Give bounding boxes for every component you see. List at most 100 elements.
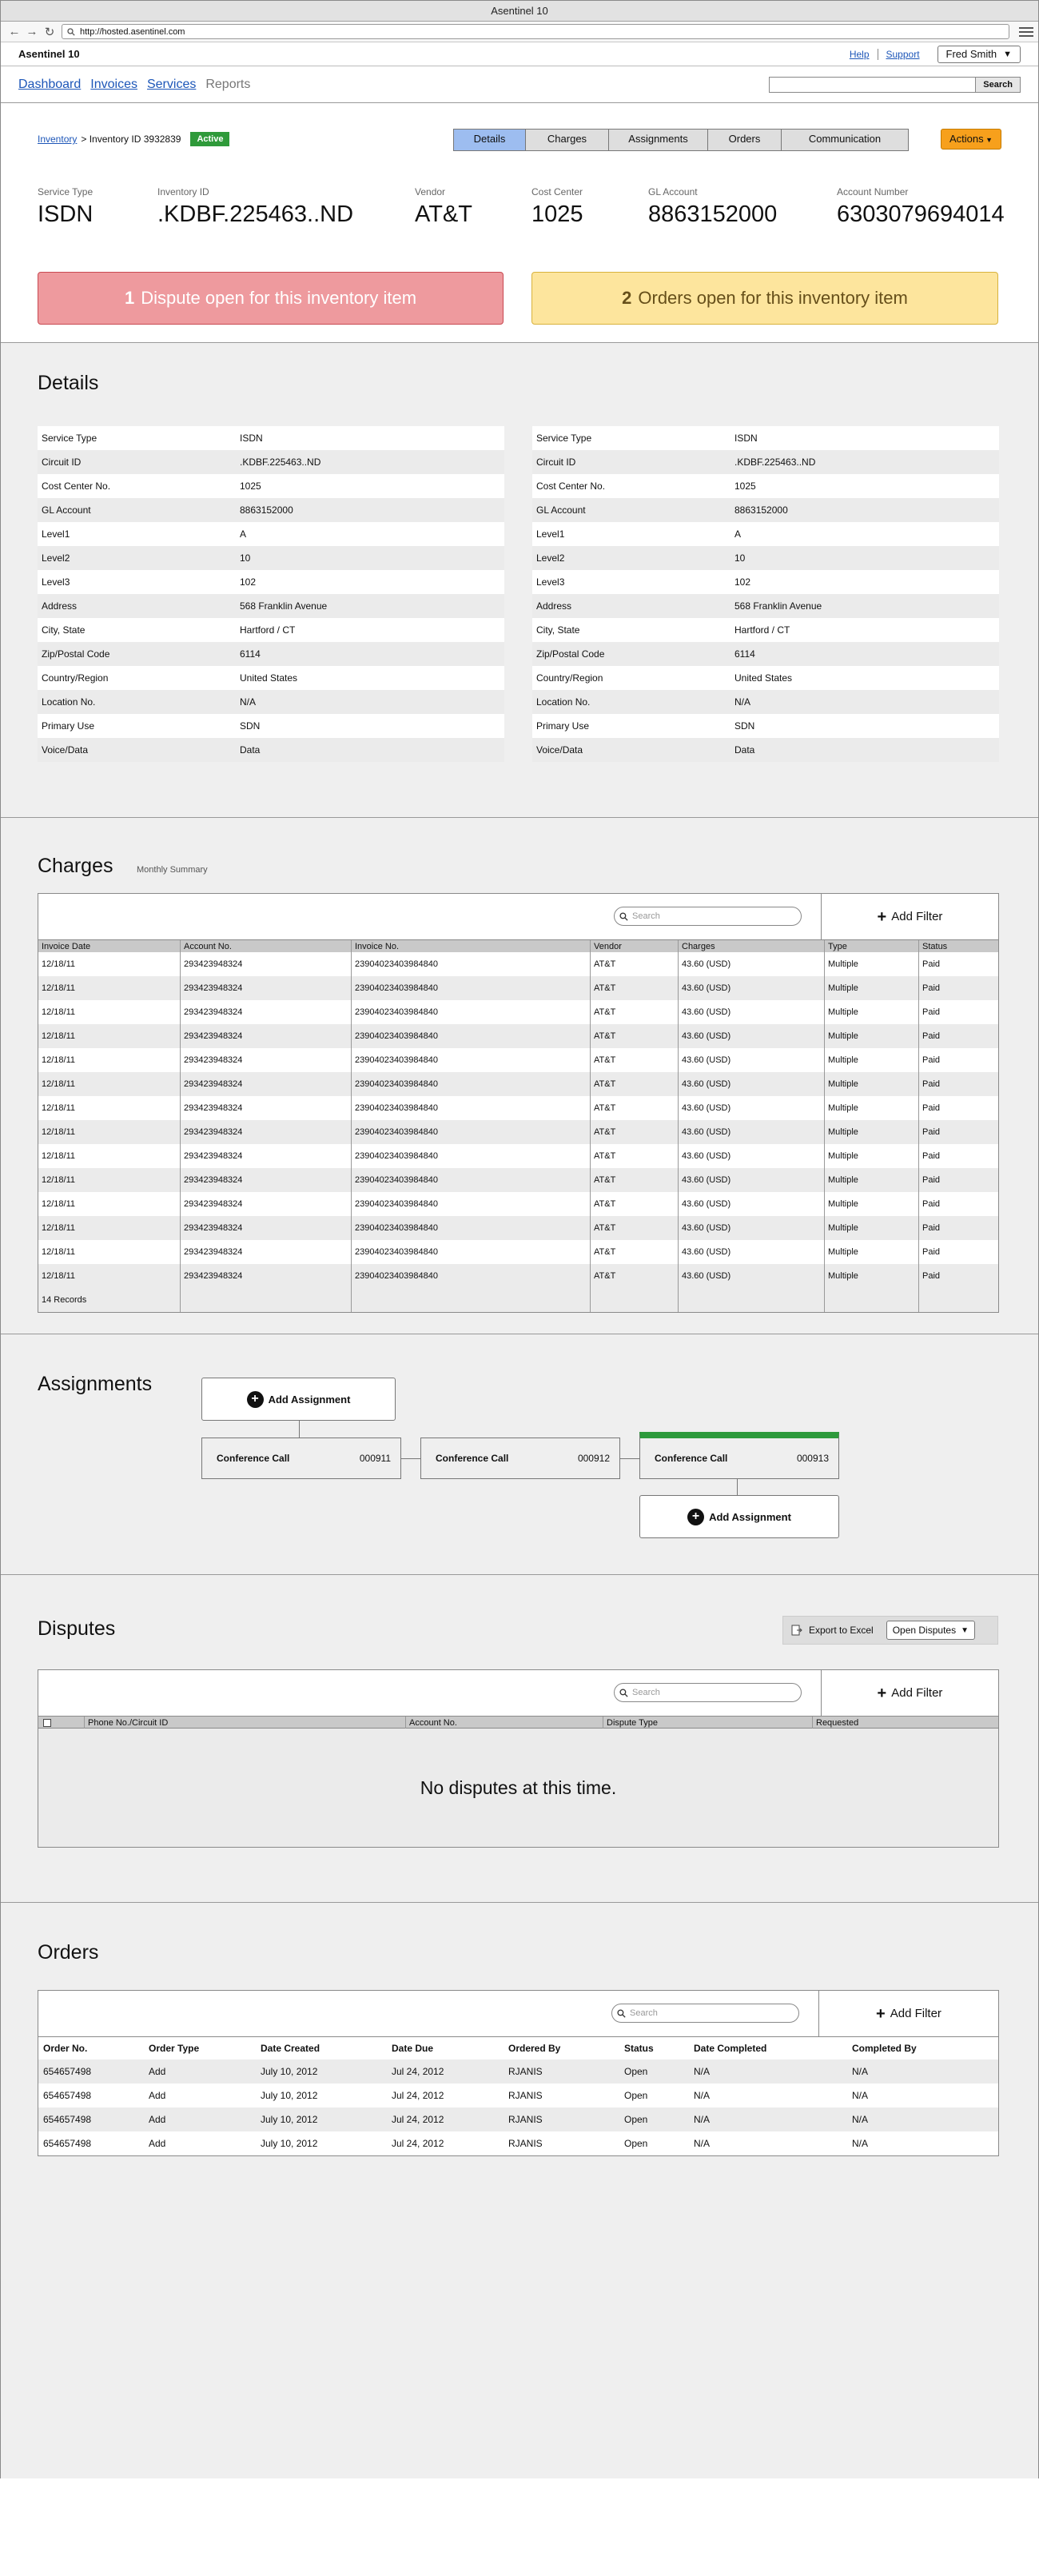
column-header[interactable]: Status xyxy=(619,2043,689,2054)
table-row[interactable]: 12/18/11 293423948324 23904023403984840 AT&… xyxy=(38,1096,998,1120)
column-header[interactable]: Date Completed xyxy=(689,2043,847,2054)
table-body: 654657498 Add July 10, 2012 Jul 24, 2012 RJA… xyxy=(38,2060,998,2155)
orders-search-input[interactable]: Search xyxy=(611,2004,799,2023)
tab-assignments[interactable]: Assignments xyxy=(609,130,708,150)
detail-row: Country/Region United States xyxy=(38,666,504,690)
nav-invoices[interactable]: Invoices xyxy=(90,78,137,92)
add-assignment-button[interactable]: + Add Assignment xyxy=(639,1495,839,1538)
nav-services[interactable]: Services xyxy=(147,78,196,92)
empty-cell xyxy=(919,1288,998,1312)
global-search-input[interactable] xyxy=(769,76,976,93)
table-cell: 12/18/11 xyxy=(38,1072,181,1096)
table-cell: Multiple xyxy=(825,1216,919,1240)
field-value: 1025 xyxy=(531,201,583,227)
table-row[interactable]: 654657498 Add July 10, 2012 Jul 24, 2012 RJA… xyxy=(38,2084,998,2107)
table-cell: N/A xyxy=(852,2114,869,2125)
detail-row: Country/Region United States xyxy=(532,666,999,690)
nav-dashboard[interactable]: Dashboard xyxy=(18,78,81,92)
table-row[interactable]: 12/18/11 293423948324 23904023403984840 AT&… xyxy=(38,1024,998,1048)
table-row[interactable]: 12/18/11 293423948324 23904023403984840 AT&… xyxy=(38,1192,998,1216)
assignment-name: Conference Call xyxy=(655,1453,728,1464)
table-row[interactable]: 654657498 Add July 10, 2012 Jul 24, 2012 RJA… xyxy=(38,2107,998,2131)
breadcrumb-inventory-link[interactable]: Inventory xyxy=(38,134,77,145)
dispute-alert-button[interactable]: 1 Dispute open for this inventory item xyxy=(38,272,504,325)
column-header[interactable]: Order No. xyxy=(38,2043,144,2054)
table-row[interactable]: 12/18/11 293423948324 23904023403984840 AT&… xyxy=(38,1240,998,1264)
search-button[interactable]: Search xyxy=(975,76,1021,93)
table-cell: Paid xyxy=(922,1175,941,1185)
export-to-excel-button[interactable]: Export to Excel xyxy=(791,1625,874,1636)
tab-orders[interactable]: Orders xyxy=(708,130,782,150)
column-header[interactable]: Account No. xyxy=(181,940,352,952)
column-header[interactable]: Invoice No. xyxy=(352,940,591,952)
column-header[interactable]: Vendor xyxy=(591,940,679,952)
column-header[interactable]: Order Type xyxy=(144,2043,256,2054)
table-row[interactable]: 12/18/11 293423948324 23904023403984840 AT&… xyxy=(38,976,998,1000)
column-header[interactable]: Dispute Type xyxy=(603,1717,813,1729)
table-cell: 23904023403984840 xyxy=(352,1144,591,1168)
table-row[interactable]: 12/18/11 293423948324 23904023403984840 AT&… xyxy=(38,1168,998,1192)
table-cell: AT&T xyxy=(591,1168,679,1192)
column-header[interactable]: Date Due xyxy=(387,2043,504,2054)
table-row[interactable]: 12/18/11 293423948324 23904023403984840 AT&… xyxy=(38,1144,998,1168)
add-filter-button[interactable]: + Add Filter xyxy=(818,1991,998,2036)
column-header[interactable]: Status xyxy=(919,940,998,952)
tab-details[interactable]: Details xyxy=(454,130,526,150)
table-cell: 654657498 xyxy=(43,2138,92,2149)
add-assignment-button[interactable]: + Add Assignment xyxy=(201,1378,396,1421)
table-row[interactable]: 12/18/11 293423948324 23904023403984840 AT&… xyxy=(38,1216,998,1240)
reload-icon[interactable]: ↻ xyxy=(41,24,58,40)
assignment-node-selected[interactable]: Conference Call 000913 xyxy=(639,1432,839,1479)
add-filter-button[interactable]: + Add Filter xyxy=(821,894,998,939)
assignment-node[interactable]: Conference Call 000912 xyxy=(420,1438,620,1479)
table-row[interactable]: 12/18/11 293423948324 23904023403984840 AT&… xyxy=(38,1048,998,1072)
table-row[interactable]: 12/18/11 293423948324 23904023403984840 AT&… xyxy=(38,1072,998,1096)
column-header[interactable]: Charges xyxy=(679,940,825,952)
add-filter-button[interactable]: + Add Filter xyxy=(821,1670,998,1716)
column-header[interactable]: Type xyxy=(825,940,919,952)
user-menu[interactable]: Fred Smith ▼ xyxy=(937,45,1021,63)
table-row[interactable]: 12/18/11 293423948324 239040234039848­40 AT… xyxy=(38,952,998,976)
table-row[interactable]: 12/18/11 293423948324 23904023403984840 AT&… xyxy=(38,1264,998,1288)
table-cell: AT&T xyxy=(591,1024,679,1048)
nav-reports[interactable]: Reports xyxy=(205,78,250,92)
table-cell: 43.60 (USD) xyxy=(679,1264,825,1288)
support-link[interactable]: Support xyxy=(886,49,920,60)
select-all-checkbox[interactable] xyxy=(43,1718,51,1727)
tab-charges[interactable]: Charges xyxy=(526,130,609,150)
table-cell: 293423948324 xyxy=(181,1072,352,1096)
table-cell: AT&T xyxy=(591,1072,679,1096)
detail-row: Level3 102 xyxy=(38,570,504,594)
table-cell: 293423948324 xyxy=(181,1000,352,1024)
disputes-search-input[interactable]: Search xyxy=(614,1683,802,1702)
forward-arrow-icon[interactable]: → xyxy=(23,24,41,40)
table-cell: July 10, 2012 xyxy=(261,2090,318,2101)
assignment-node[interactable]: Conference Call 000911 xyxy=(201,1438,401,1479)
column-header[interactable]: Date Created xyxy=(256,2043,387,2054)
column-header[interactable]: Account No. xyxy=(406,1717,603,1729)
help-link[interactable]: Help xyxy=(850,49,870,60)
table-cell: N/A xyxy=(852,2138,869,2149)
dispute-filter-select[interactable]: Open Disputes ▼ xyxy=(886,1621,975,1640)
menu-icon[interactable] xyxy=(1019,26,1033,37)
select-all-cell xyxy=(38,1717,85,1729)
column-header[interactable]: Ordered By xyxy=(504,2043,619,2054)
table-row[interactable]: 12/18/11 293423948324 23904023403984840 AT&… xyxy=(38,1000,998,1024)
connector-line xyxy=(737,1479,738,1495)
column-header[interactable]: Requested xyxy=(813,1717,998,1729)
table-row[interactable]: 654657498 Add July 10, 2012 Jul 24, 2012 RJA… xyxy=(38,2060,998,2084)
column-header[interactable]: Phone No./Circuit ID xyxy=(85,1717,406,1729)
tab-communication[interactable]: Communication xyxy=(782,130,908,150)
orders-alert-button[interactable]: 2 Orders open for this inventory item xyxy=(531,272,998,325)
charges-search-input[interactable]: Search xyxy=(614,907,802,926)
table-cell: 23904023403984840 xyxy=(352,1072,591,1096)
table-row[interactable]: 12/18/11 293423948324 23904023403984840 AT&… xyxy=(38,1120,998,1144)
actions-button[interactable]: Actions ▼ xyxy=(941,129,1001,150)
table-row[interactable]: 654657498 Add July 10, 2012 Jul 24, 2012 RJA… xyxy=(38,2131,998,2155)
column-header[interactable]: Completed By xyxy=(847,2043,998,2054)
page-background xyxy=(0,2478,1039,2576)
back-arrow-icon[interactable]: ← xyxy=(6,24,23,40)
address-bar[interactable]: http://hosted.asentinel.com xyxy=(62,24,1009,39)
column-header[interactable]: Invoice Date xyxy=(38,940,181,952)
field-vendor: Vendor AT&T xyxy=(415,186,472,228)
